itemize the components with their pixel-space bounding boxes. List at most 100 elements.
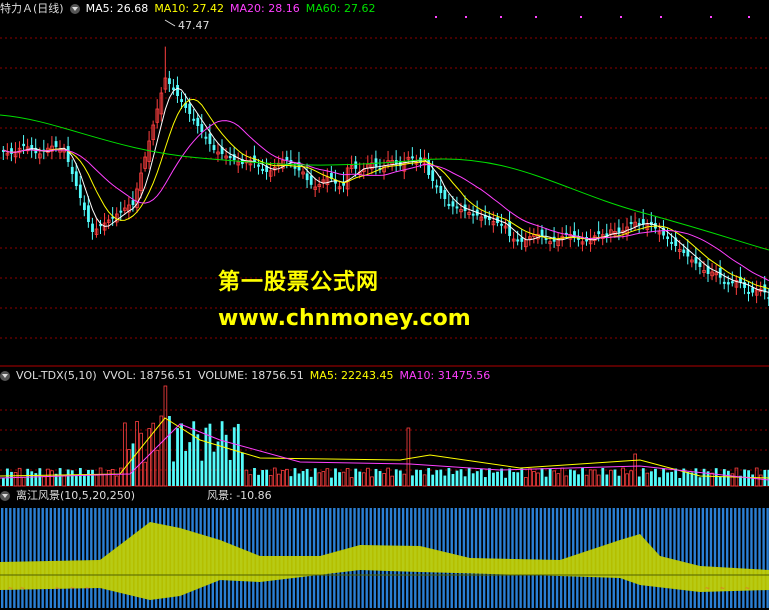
lijiang-bar	[738, 508, 741, 608]
volume-bar	[106, 469, 111, 487]
signal-mark: ~	[745, 585, 750, 592]
lijiang-bar	[750, 508, 753, 608]
volume-bar	[358, 471, 362, 486]
signal-mark: ~	[85, 585, 90, 592]
volume-bar	[87, 469, 90, 486]
volume-bar	[285, 468, 289, 487]
signal-dot	[748, 16, 750, 18]
volume-bar	[127, 449, 131, 487]
volume-bar	[658, 477, 661, 486]
volume-bar	[544, 476, 548, 486]
candle-body	[305, 173, 309, 181]
volume-bar	[139, 432, 143, 487]
volume-bar	[232, 427, 236, 486]
lijiang-bar	[474, 508, 478, 608]
signal-dot	[500, 16, 502, 18]
volume-bar	[228, 459, 232, 486]
volume-bar	[666, 472, 669, 486]
candle-body	[439, 185, 443, 193]
lijiang-bar	[470, 508, 474, 608]
lijiang-bar	[491, 508, 494, 608]
volume-header: VOL-TDX(5,10) VVOL: 18756.51 VOLUME: 187…	[0, 368, 490, 384]
volume-bar	[297, 473, 301, 486]
candle-body	[70, 166, 74, 174]
ma20-label: MA20: 28.16	[230, 2, 300, 15]
volume-bar	[520, 468, 524, 486]
volume-indicator-name[interactable]: VOL-TDX(5,10)	[16, 369, 97, 383]
lijiang-bar	[746, 508, 749, 608]
volume-bar	[66, 469, 70, 486]
volume-bar	[463, 476, 467, 486]
candle-body	[443, 190, 447, 199]
volume-bar	[115, 475, 119, 487]
volume-bar	[98, 467, 103, 487]
volume-bar	[613, 469, 617, 486]
candle-body	[180, 99, 183, 102]
signal-dot	[620, 16, 622, 18]
candle-body	[751, 287, 755, 293]
lijiang-bar	[487, 508, 490, 608]
volume-bar	[471, 473, 475, 486]
volume-bar	[488, 468, 491, 486]
volume-bar	[204, 427, 208, 486]
vol-ma5-label: MA5: 22243.45	[309, 369, 394, 382]
signal-mark: ~	[705, 585, 710, 592]
lijiang-bar	[33, 508, 36, 608]
candle-body	[411, 156, 414, 159]
candle-body	[208, 133, 212, 144]
volume-bar	[10, 471, 13, 486]
volume-bar	[483, 477, 487, 486]
volume-bar	[500, 468, 503, 486]
stock-name[interactable]: 特力Ａ(日线)	[0, 2, 64, 16]
lijiang-bar	[503, 508, 506, 608]
candle-body	[87, 205, 90, 222]
volume-bar	[338, 472, 341, 486]
dropdown-icon[interactable]	[0, 371, 10, 381]
candle-body	[74, 171, 78, 186]
watermark-title: 第一股票公式网	[218, 270, 380, 295]
candle-body	[78, 184, 82, 198]
volume-bar	[248, 474, 253, 487]
volume-bar	[516, 472, 520, 486]
candle-body	[451, 201, 455, 207]
lijiang-bar	[49, 508, 52, 608]
volume-bar	[451, 473, 455, 486]
candle-body	[192, 118, 196, 121]
lijiang-bar	[21, 508, 24, 608]
volume-bar	[698, 477, 702, 486]
dropdown-icon[interactable]	[0, 491, 10, 501]
lijiang-bar	[531, 508, 534, 608]
lijiang-bar	[523, 508, 526, 608]
lijiang-bar	[701, 508, 705, 608]
dropdown-icon[interactable]	[69, 4, 80, 14]
volume-bar	[496, 471, 499, 486]
lijiang-bar	[555, 508, 559, 608]
volume-bar	[532, 471, 536, 487]
signal-dot	[465, 16, 467, 18]
lijiang-indicator-name[interactable]: 离江风景(10,5,20,250)	[16, 489, 201, 503]
volume-bar	[459, 469, 463, 486]
volume-bar	[378, 471, 382, 486]
lijiang-bar	[25, 508, 28, 608]
candle-body	[30, 144, 34, 151]
volume-bar	[110, 469, 115, 487]
volume-bar	[50, 470, 54, 487]
signal-dot	[660, 16, 662, 18]
lijiang-bar	[551, 508, 555, 608]
lijiang-bar	[754, 508, 757, 608]
lijiang-bar	[681, 508, 684, 608]
volume-bar	[592, 469, 597, 487]
volume-bar	[754, 467, 759, 487]
candle-body	[91, 223, 94, 232]
lijiang-bar	[730, 508, 733, 608]
volume-bar	[722, 469, 726, 486]
candle-body	[176, 85, 179, 96]
candle-body	[455, 206, 459, 209]
volume-bar	[13, 472, 18, 487]
lijiang-bar	[86, 508, 89, 608]
volume-bar	[370, 476, 374, 487]
candle-body	[22, 143, 26, 147]
candle-body	[447, 203, 451, 206]
ma5-label: MA5: 26.68	[85, 2, 149, 15]
volume-bar	[394, 469, 398, 486]
